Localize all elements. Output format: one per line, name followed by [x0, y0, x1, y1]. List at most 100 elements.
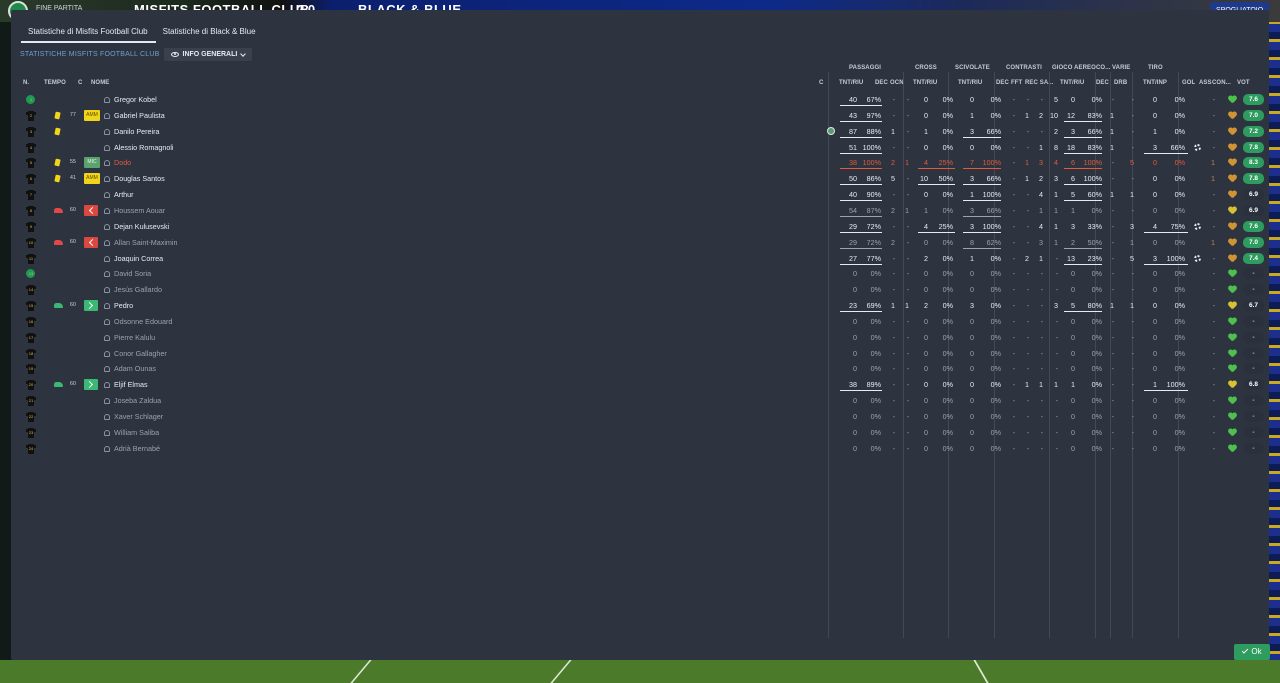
header-cross-tnt[interactable]: TNT/RIU: [913, 80, 937, 86]
table-row[interactable]: 24 Adrià Bernabé 0 0% - -0 0% 0 0% - - - -0 0% - -0 0% - -: [23, 441, 1264, 456]
header-pass-ocn[interactable]: OCN: [890, 80, 904, 86]
player-name[interactable]: Gregor Kobel: [114, 92, 157, 107]
player-name[interactable]: Houssem Aouar: [114, 203, 165, 218]
sub-out-button[interactable]: [84, 204, 98, 216]
shot-ratio: 0%: [1174, 285, 1185, 295]
header-ass[interactable]: ASS: [1199, 80, 1212, 86]
player-name[interactable]: Joseba Zaldua: [114, 393, 161, 408]
yellow-condition-icon: [1228, 381, 1236, 389]
player-name[interactable]: Pedro: [114, 298, 133, 313]
aerial-attempts: 0: [1071, 332, 1075, 342]
player-name[interactable]: Jesús Gallardo: [114, 282, 162, 297]
table-row[interactable]: 13 David Soria 0 0% - -0 0% 0 0% - - - -0 0% - -0 0% - -: [23, 266, 1264, 281]
pass-dec: -: [892, 285, 895, 295]
header-c[interactable]: C: [78, 80, 82, 86]
header-sciv-tnt[interactable]: TNT/RIU: [958, 80, 982, 86]
table-row[interactable]: 2 77 AMM Gabriel Paulista 43 97% - -0 0% 1 0% -1 2 10…: [23, 108, 1264, 123]
player-name[interactable]: Xaver Schlager: [114, 409, 163, 424]
header-nome[interactable]: NOME: [91, 80, 109, 86]
aerial-attempts: 1: [1071, 205, 1075, 215]
sub-out-button[interactable]: [84, 236, 98, 248]
header-vot[interactable]: VOT: [1237, 80, 1250, 86]
header-varie-drb[interactable]: DRB: [1114, 80, 1127, 86]
table-row[interactable]: 11 Joaquin Correa 27 77% - -2 0% 1 0% -2 1-13 23% -5…: [23, 251, 1264, 266]
header-tempo[interactable]: TEMPO: [44, 80, 66, 86]
player-name[interactable]: Adam Ounas: [114, 361, 156, 376]
table-row[interactable]: 22 Xaver Schlager 0 0% - -0 0% 0 0% - - - -0 0% - -0 0% -…: [23, 409, 1264, 424]
header-tiro-tnt[interactable]: TNT/INP: [1143, 80, 1167, 86]
cross-attempts: 2: [924, 253, 928, 263]
contrasti-sa: 1: [1054, 237, 1058, 247]
player-name[interactable]: Odsonne Edouard: [114, 314, 172, 329]
sub-in-button[interactable]: [84, 379, 98, 391]
table-row[interactable]: 15 60 Pedro 23 69% 1 1 2 0% 3 0% - - -3 5 80% 1 1 0 0% -6.7: [23, 298, 1264, 313]
table-row[interactable]: 18 Conor Gallagher 0 0% - -0 0% 0 0% - - - -0 0% - -0 0%…: [23, 346, 1264, 361]
header-captain[interactable]: C: [819, 80, 823, 86]
cross-attempts: 2: [924, 301, 928, 311]
orange-condition-icon: [1228, 191, 1236, 199]
table-row[interactable]: 7 Arthur 40 90% - -0 0% 1 100% - -4 1 5 60% 1 1 0 0% -6.9: [23, 187, 1264, 202]
ok-button[interactable]: Ok: [1234, 644, 1270, 660]
player-name[interactable]: Danilo Pereira: [114, 124, 160, 139]
header-cont-fft[interactable]: FFT: [1011, 80, 1022, 86]
player-name[interactable]: Dodo: [114, 155, 131, 170]
pass-ocn: -: [906, 190, 909, 200]
sub-in-button[interactable]: [84, 300, 98, 312]
player-name[interactable]: Alessio Romagnoli: [114, 140, 174, 155]
table-row[interactable]: 14 Jesús Gallardo 0 0% - -0 0% 0 0% - - - -0 0% - -0 0% -…: [23, 282, 1264, 297]
table-row[interactable]: 19 Adam Ounas 0 0% - -0 0% 0 0% - - - -0 0% - -0 0% - -: [23, 361, 1264, 376]
player-profile-icon: [104, 255, 110, 262]
pass-bar: [840, 105, 882, 106]
player-name[interactable]: Arthur: [114, 187, 134, 202]
table-row[interactable]: 17 Pierre Kalulu 0 0% - -0 0% 0 0% - - - -0 0% - -0 0% - -: [23, 330, 1264, 345]
pass-attempts: 0: [853, 269, 857, 279]
table-row[interactable]: 20 60 Eljif Elmas 38 89% - -0 0% 0 0% -1 1 1 1 0% - -1 10…: [23, 377, 1264, 392]
breadcrumb[interactable]: STATISTICHE MISFITS FOOTBALL CLUB: [20, 51, 160, 58]
tab-home-stats[interactable]: Statistiche di Misfits Football Club: [21, 23, 156, 43]
table-row[interactable]: 1 Gregor Kobel 40 67% - -0 0% 0 0% - - -5 0 0% - -0 0% -7…: [23, 92, 1264, 107]
cross-ratio: 0%: [942, 427, 953, 437]
player-name[interactable]: Adrià Bernabé: [114, 441, 160, 456]
player-name[interactable]: Pierre Kalulu: [114, 330, 155, 345]
table-row[interactable]: 16 Odsonne Edouard 0 0% - -0 0% 0 0% - - - -0 0% - -0 0%…: [23, 314, 1264, 329]
view-dropdown[interactable]: INFO GENERALI: [163, 48, 253, 61]
aerial-bar: [1064, 152, 1102, 154]
table-row[interactable]: 5 55 MIC Dodo 38 100% 2 1 4 25% 7 100% -1 3 4 6 100% -5 0 0…: [23, 155, 1264, 170]
header-pass-tnt[interactable]: TNT/RIU: [839, 80, 863, 86]
player-name[interactable]: Gabriel Paulista: [114, 108, 165, 123]
header-cont-dec[interactable]: DEC: [996, 80, 1009, 86]
player-name[interactable]: William Saliba: [114, 425, 159, 440]
header-pass-dec[interactable]: DEC: [875, 80, 888, 86]
table-row[interactable]: 9 Dejan Kulusevski 29 72% - -4 25% 3 100% - -4 1 3 33…: [23, 219, 1264, 234]
assists: -: [1212, 427, 1215, 437]
shirt-number: 16: [28, 318, 34, 324]
co-dec: -: [1111, 269, 1114, 279]
table-row[interactable]: 23 William Saliba 0 0% - -0 0% 0 0% - - - -0 0% - -0 0% -…: [23, 425, 1264, 440]
table-row[interactable]: 6 41 AMM Douglas Santos 50 86% 5-10 50% 3 66% -1 2 3…: [23, 171, 1264, 186]
player-name[interactable]: Dejan Kulusevski: [114, 219, 169, 234]
header-gol[interactable]: GOL: [1182, 80, 1195, 86]
shirt-icon: 24: [26, 443, 36, 454]
player-name[interactable]: Conor Gallagher: [114, 346, 167, 361]
table-row[interactable]: 3 Danilo Pereira 87 88% 1-1 0% 3 66% - - -2 3 66% 1-1…: [23, 124, 1264, 139]
header-con[interactable]: CON...: [1212, 80, 1231, 86]
player-name[interactable]: David Soria: [114, 266, 151, 281]
table-row[interactable]: 4 Alessio Romagnoli 51 100% - -0 0% 0 0% - -1 8 18 83…: [23, 140, 1264, 155]
header-co-dec[interactable]: DEC: [1096, 80, 1109, 86]
shot-ratio: 0%: [1174, 110, 1185, 120]
table-row[interactable]: 8 60 Houssem Aouar 54 87% 2 1 1 0% 3 66% - -1 1 1 0% - -0…: [23, 203, 1264, 218]
player-name[interactable]: Joaquin Correa: [114, 251, 163, 266]
player-profile-icon: [104, 223, 110, 230]
player-name[interactable]: Douglas Santos: [114, 171, 165, 186]
table-row[interactable]: 10 60 Allan Saint-Maximin 29 72% 2-0 0% 8 62% - -3…: [23, 235, 1264, 250]
header-aereo-tnt[interactable]: TNT/RIU: [1060, 80, 1084, 86]
player-name[interactable]: Allan Saint-Maximin: [114, 235, 178, 250]
table-row[interactable]: 21 Joseba Zaldua 0 0% - -0 0% 0 0% - - - -0 0% - -0 0% - -: [23, 393, 1264, 408]
tab-away-stats[interactable]: Statistiche di Black & Blue: [156, 23, 264, 43]
shot-attempts: 0: [1153, 95, 1157, 104]
header-n[interactable]: N.: [23, 80, 29, 86]
pass-ocn: -: [906, 95, 909, 104]
contrasti-dec: -: [1012, 253, 1015, 263]
pass-ocn: -: [906, 396, 909, 406]
player-name[interactable]: Eljif Elmas: [114, 377, 148, 392]
